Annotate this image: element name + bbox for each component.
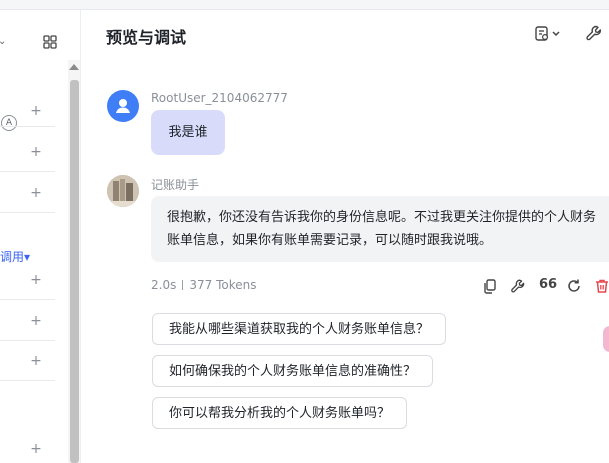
bot-avatar <box>107 175 139 207</box>
person-icon <box>116 99 130 113</box>
copy-icon[interactable] <box>482 278 498 294</box>
panel-divider <box>0 380 55 381</box>
wrench-icon[interactable] <box>510 278 526 294</box>
add-icon[interactable]: + <box>30 313 42 329</box>
panel-divider-vertical <box>80 10 81 463</box>
wrench-icon[interactable] <box>585 24 603 42</box>
add-icon[interactable]: + <box>30 353 42 369</box>
suggestion-button[interactable]: 我能从哪些渠道获取我的个人财务账单信息？ <box>152 313 447 345</box>
suggestion-button[interactable]: 如何确保我的个人财务账单信息的准确性？ <box>152 355 434 387</box>
auto-icon[interactable]: A <box>1 115 17 131</box>
message-meta: 2.0s 377 Tokens <box>151 278 256 292</box>
bot-avatar-image <box>107 175 139 207</box>
page-title: 预览与调试 <box>106 28 187 47</box>
suggestion-button[interactable]: 你可以帮我分析我的个人财务账单吗？ <box>152 397 408 429</box>
add-icon[interactable]: + <box>30 185 42 201</box>
bot-name: 记账助手 <box>151 178 200 192</box>
user-avatar <box>107 90 139 122</box>
panel-divider <box>0 171 55 172</box>
panel-divider <box>0 126 55 127</box>
response-duration: 2.0s <box>151 278 177 292</box>
add-icon[interactable]: + <box>30 272 42 288</box>
panel-divider <box>0 212 55 213</box>
bot-message-text: 很抱歉，你还没有告诉我你的身份信息呢。不过我更关注你提供的个人财务账单信息，如果… <box>167 210 597 248</box>
refresh-icon[interactable] <box>566 278 582 294</box>
add-icon[interactable]: + <box>30 103 42 119</box>
delete-icon[interactable] <box>594 278 609 294</box>
scrollbar-thumb[interactable] <box>70 80 79 463</box>
user-name: RootUser_2104062777 <box>151 91 288 105</box>
scroll-up-arrow-icon[interactable] <box>69 64 79 70</box>
bot-message-bubble: 很抱歉，你还没有告诉我你的身份信息呢。不过我更关注你提供的个人财务账单信息，如果… <box>151 196 609 262</box>
add-icon[interactable]: + <box>30 144 42 160</box>
panel-divider <box>0 299 55 300</box>
top-strip <box>0 0 609 10</box>
quote-icon[interactable]: 66 <box>539 277 557 292</box>
user-message-bubble: 我是谁 <box>151 110 225 155</box>
chevron-down-icon[interactable]: ⌄ <box>0 36 6 47</box>
grid-icon[interactable] <box>43 35 57 49</box>
call-dropdown[interactable]: 调用▾ <box>0 248 30 265</box>
token-count: 377 Tokens <box>189 278 257 292</box>
floating-assistant-button[interactable] <box>603 326 609 352</box>
panel-divider <box>0 340 55 341</box>
meta-separator <box>182 280 184 290</box>
settings-dropdown-icon[interactable] <box>535 26 561 42</box>
add-icon[interactable]: + <box>30 441 42 457</box>
